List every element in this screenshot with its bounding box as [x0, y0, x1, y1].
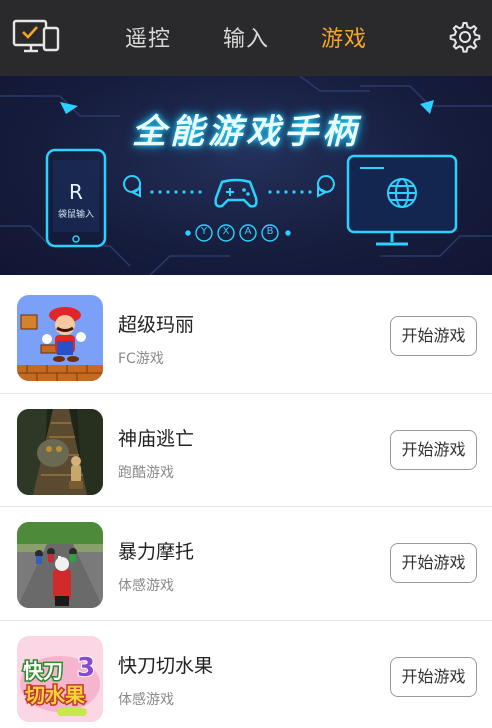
game-type: 体感游戏 [118, 578, 174, 594]
game-item-super-mario[interactable]: 超级玛丽 FC游戏 开始游戏 [0, 280, 492, 394]
game-item-fruit-ninja[interactable]: 快刀 切水果 3 快刀切水果 体感游戏 开始游戏 [0, 621, 492, 728]
svg-text:切水果: 切水果 [25, 683, 85, 707]
start-game-button[interactable]: 开始游戏 [390, 656, 477, 697]
svg-text:快刀: 快刀 [23, 659, 63, 683]
game-item-road-rash[interactable]: 暴力摩托 体感游戏 开始游戏 [0, 507, 492, 621]
start-game-button[interactable]: 开始游戏 [390, 543, 477, 583]
super-mario-thumbnail [17, 295, 103, 381]
phone-caption: 袋鼠输入 [57, 210, 94, 220]
banner-title: 全能游戏手柄 [132, 112, 360, 152]
top-tabs: 遥控 输入 游戏 [100, 0, 400, 76]
tab-games[interactable]: 游戏 [321, 21, 367, 53]
button-b-label: B [266, 226, 274, 237]
game-list: 超级玛丽 FC游戏 开始游戏 神庙逃亡 跑酷游戏 开始游戏 暴力摩托 体感游戏 … [0, 280, 492, 728]
game-name: 超级玛丽 [118, 314, 195, 336]
svg-text:3: 3 [77, 653, 95, 683]
button-y-label: Y [200, 226, 208, 237]
temple-run-thumbnail [17, 408, 103, 495]
game-name: 快刀切水果 [118, 654, 214, 677]
gear-icon[interactable] [448, 20, 482, 54]
game-type: FC游戏 [118, 351, 164, 367]
game-controller-banner[interactable]: 全能游戏手柄 R 袋鼠输入 Y X A B [0, 76, 492, 275]
button-x-label: X [222, 226, 230, 237]
game-item-temple-run[interactable]: 神庙逃亡 跑酷游戏 开始游戏 [0, 394, 492, 507]
top-navigation-bar: 遥控 输入 游戏 [0, 0, 492, 76]
game-type: 跑酷游戏 [118, 464, 174, 481]
start-game-button[interactable]: 开始游戏 [390, 316, 477, 356]
gamepad-icon [214, 178, 258, 208]
tab-input[interactable]: 输入 [223, 21, 269, 53]
screen-and-phone-icon[interactable] [12, 18, 60, 54]
fruit-ninja-thumbnail: 快刀 切水果 3 [17, 635, 103, 722]
button-a-label: A [244, 226, 252, 237]
game-type: 体感游戏 [118, 691, 174, 708]
road-rash-thumbnail [17, 522, 103, 608]
start-game-button[interactable]: 开始游戏 [390, 429, 477, 470]
phone-logo: R [69, 180, 83, 204]
game-name: 暴力摩托 [118, 541, 195, 563]
tab-remote[interactable]: 遥控 [125, 21, 171, 53]
game-name: 神庙逃亡 [118, 427, 195, 450]
